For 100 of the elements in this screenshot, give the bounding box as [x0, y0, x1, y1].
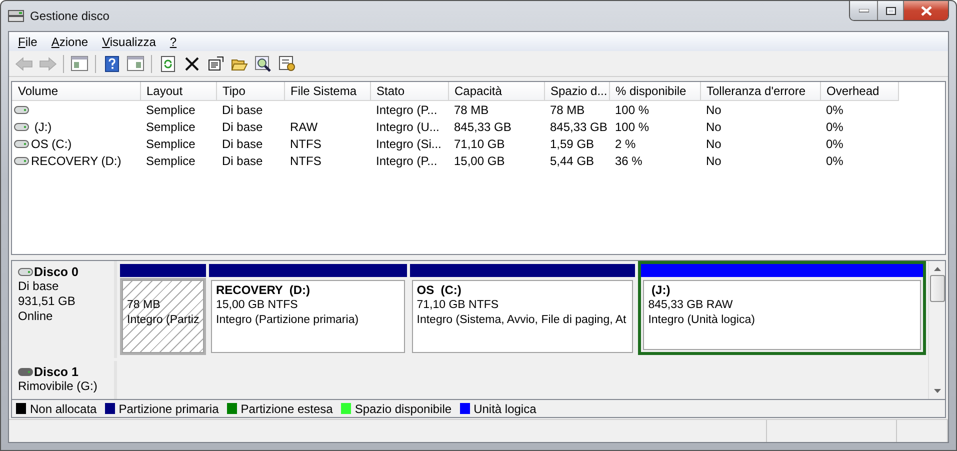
- vertical-scrollbar[interactable]: [928, 261, 945, 399]
- partition-status: Integro (Partizione primaria): [216, 313, 359, 328]
- partition-status: Integro (Sistema, Avvio, File di paging, At: [416, 313, 626, 328]
- minimize-button[interactable]: [850, 1, 877, 20]
- drive-icon: [14, 140, 29, 148]
- table-cell-text: 0%: [825, 118, 844, 135]
- table-cell-text: 2 %: [614, 136, 637, 152]
- disk-info: Rimovibile (G:): [18, 379, 98, 394]
- window-title: Gestione disco: [30, 9, 110, 23]
- table-cell-text: Semplice: [145, 118, 196, 135]
- partition[interactable]: 78 MB Integro (Partiz: [120, 264, 206, 355]
- table-cell: Semplice: [140, 100, 216, 118]
- column-header[interactable]: Stato: [370, 82, 448, 100]
- table-cell-text: No: [705, 152, 722, 169]
- table-cell-text: No: [705, 118, 722, 135]
- disk-info: Online: [18, 309, 54, 324]
- scroll-down-icon: [934, 389, 940, 393]
- table-cell-text: Integro (P...: [375, 152, 438, 169]
- column-header[interactable]: Spazio d...: [544, 82, 609, 100]
- close-button[interactable]: [903, 1, 948, 20]
- drive-icon: [14, 106, 29, 114]
- table-cell-text: Semplice: [145, 136, 196, 152]
- table-cell-text: Di base: [221, 152, 264, 169]
- partition[interactable]: (J:) 845,33 GB RAW Integro (Unità logica): [638, 261, 926, 355]
- disk-name: Disco 0: [34, 265, 78, 279]
- partition-size: 845,33 GB RAW: [648, 298, 733, 313]
- partition[interactable]: RECOVERY (D:) 15,00 GB NTFS Integro (Partizione primaria): [209, 264, 407, 355]
- partition-name: RECOVERY (D:): [216, 283, 310, 298]
- table-cell-text: RAW: [289, 118, 319, 135]
- close-icon: [920, 6, 932, 16]
- table-cell-text: Integro (Si...: [375, 136, 442, 152]
- table-cell-text: No: [705, 136, 722, 152]
- disk-name: Disco 1: [34, 365, 78, 379]
- table-cell-text: 1,59 GB: [549, 136, 596, 152]
- table-cell-text: 36 %: [614, 152, 644, 169]
- legend-label: Unità logica: [474, 402, 536, 416]
- column-header[interactable]: File Sistema: [284, 82, 370, 100]
- column-header[interactable]: Volume: [12, 82, 140, 100]
- forward-arrow-icon: [38, 56, 56, 70]
- menu-item[interactable]: ?: [164, 34, 183, 48]
- column-header[interactable]: Layout: [140, 82, 216, 100]
- maximize-button[interactable]: [877, 1, 903, 20]
- scrollbar-thumb[interactable]: [930, 275, 944, 302]
- partition-size: 15,00 GB NTFS: [216, 298, 298, 313]
- partition-name: (J:): [650, 283, 670, 298]
- table-cell-text: Integro (U...: [375, 118, 440, 135]
- scroll-up-icon: [934, 267, 940, 271]
- legend-label: Partizione primaria: [118, 402, 219, 416]
- partition[interactable]: OS (C:) 71,10 GB NTFS Integro (Sistema, Avvio, File di paging, At: [410, 264, 636, 355]
- table-cell-text: 100 %: [614, 118, 650, 135]
- table-cell: 78 MB: [544, 100, 609, 118]
- legend-label: Partizione estesa: [240, 402, 333, 416]
- volume-name: RECOVERY (D:): [31, 154, 122, 168]
- back-arrow-icon: [14, 56, 32, 70]
- folder-icon: [231, 56, 248, 70]
- drive-icon: [14, 122, 29, 130]
- table-cell: Integro (P...: [370, 100, 448, 118]
- column-header[interactable]: Tolleranza d'errore: [700, 82, 820, 100]
- panel-icon: [71, 56, 88, 71]
- partition-status: Integro (Unità logica): [648, 313, 755, 328]
- disk-management-icon: [8, 9, 24, 23]
- refresh-icon: [160, 56, 174, 72]
- partition-status: Integro (Partiz: [127, 313, 200, 328]
- table-cell-text: 5,44 GB: [549, 152, 596, 169]
- menu-item[interactable]: Azione: [45, 34, 94, 48]
- table-cell: 0%: [820, 100, 898, 118]
- properties-icon: [208, 56, 224, 71]
- disk-info: 931,51 GB: [18, 294, 76, 309]
- minimize-icon: [858, 8, 868, 12]
- column-header[interactable]: % disponibile: [609, 82, 700, 100]
- table-cell: Di base: [216, 100, 284, 118]
- table-cell-text: 15,00 GB: [453, 152, 506, 169]
- table-cell-text: 845,33 GB: [453, 118, 512, 135]
- menu-item[interactable]: File: [12, 34, 44, 48]
- table-cell-text: 845,33 GB: [549, 118, 608, 135]
- partition-name: OS (C:): [416, 283, 462, 298]
- table-cell: No: [700, 100, 820, 118]
- table-cell-text: Semplice: [145, 152, 196, 169]
- column-header[interactable]: Overhead: [820, 82, 898, 100]
- volume-name: (J:): [33, 120, 52, 134]
- help-icon: [104, 56, 118, 72]
- delete-icon: [184, 56, 198, 70]
- table-cell-text: Di base: [221, 136, 264, 152]
- column-header[interactable]: Capacità: [448, 82, 544, 100]
- volume-name: OS (C:): [31, 136, 72, 150]
- legend-label: Non allocata: [30, 402, 97, 416]
- table-cell-text: NTFS: [289, 152, 322, 169]
- table-cell-text: 71,10 GB: [453, 136, 506, 152]
- partition-size: 71,10 GB NTFS: [416, 298, 499, 313]
- table-cell-text: 0%: [825, 136, 844, 152]
- maximize-icon: [886, 6, 896, 14]
- table-cell-text: 0%: [825, 152, 844, 169]
- panel-icon: [127, 56, 144, 71]
- table-cell: 100 %: [609, 100, 700, 118]
- table-cell-text: Di base: [221, 118, 264, 135]
- legend-label: Spazio disponibile: [354, 402, 452, 416]
- menu-item[interactable]: Visualizza: [96, 34, 162, 48]
- column-header[interactable]: Tipo: [216, 82, 284, 100]
- magnifier-icon: [255, 56, 272, 72]
- table-cell: 78 MB: [448, 100, 544, 118]
